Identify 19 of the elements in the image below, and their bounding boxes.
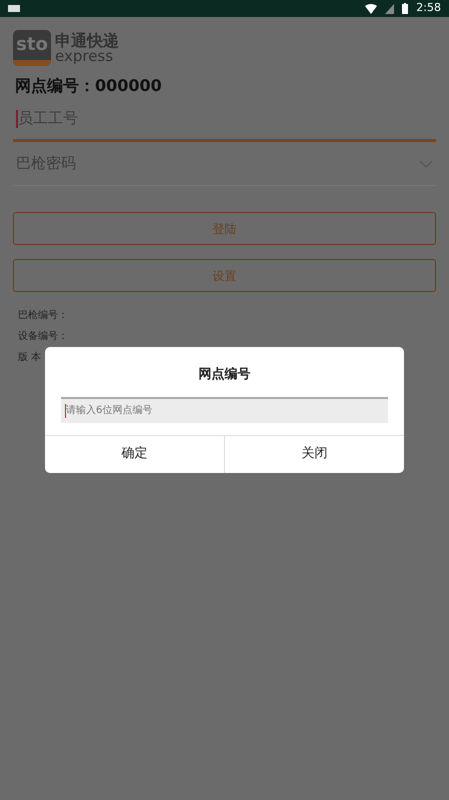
info-label: 巴枪编号： <box>18 308 69 323</box>
info-label: 版 本 <box>18 350 42 365</box>
keyboard-icon <box>8 5 20 12</box>
info-label: 设备编号： <box>18 330 69 344</box>
field-placeholder: 请输入6位网点编号 <box>66 404 152 418</box>
clock: 2:58 <box>416 0 441 16</box>
action-button[interactable]: 设置 <box>13 259 436 292</box>
dialog-title: 网点编号 <box>198 366 252 384</box>
battery-icon <box>402 3 408 14</box>
action-button[interactable]: 登陆 <box>13 212 436 245</box>
logo-badge: sto <box>13 30 51 66</box>
brand-name: 申通快递 <box>55 32 119 48</box>
no-sim-icon <box>385 4 394 14</box>
site-number: 网点编号：000000 <box>15 75 163 97</box>
wifi-icon <box>365 4 378 14</box>
dialog-button[interactable]: 关闭 <box>224 436 404 472</box>
brand-subtitle: express <box>55 48 114 64</box>
input-field[interactable]: 请输入6位网点编号 <box>61 396 388 422</box>
dialog-button[interactable]: 确定 <box>45 436 224 472</box>
